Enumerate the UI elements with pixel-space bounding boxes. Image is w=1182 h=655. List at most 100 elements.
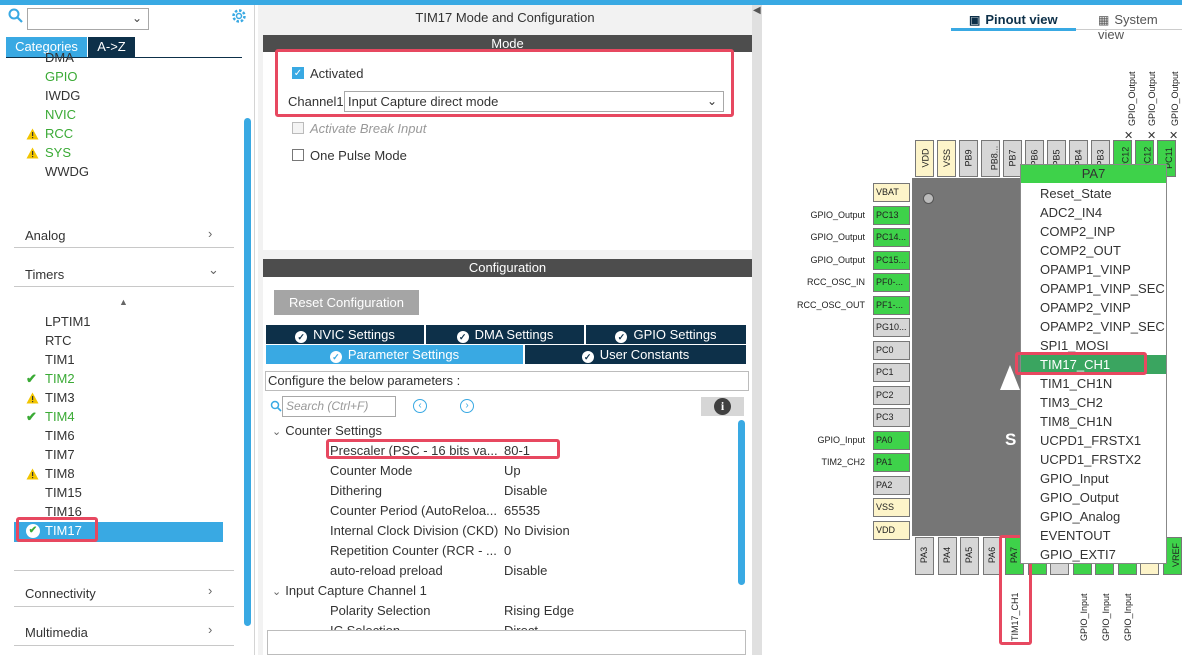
config-scrollbar[interactable] bbox=[738, 420, 745, 585]
pin[interactable]: PC1 bbox=[873, 363, 910, 382]
dropdown-item[interactable]: TIM3_CH2 bbox=[1040, 393, 1103, 412]
list-item[interactable]: RTC bbox=[45, 332, 71, 350]
pin[interactable]: VDD bbox=[873, 520, 910, 540]
list-item[interactable]: TIM8 bbox=[45, 465, 75, 483]
list-item[interactable]: SYS bbox=[45, 144, 71, 162]
dropdown-item[interactable]: GPIO_Analog bbox=[1040, 507, 1120, 526]
one-pulse-checkbox[interactable] bbox=[292, 149, 304, 161]
section-analog[interactable]: Analog bbox=[25, 228, 65, 243]
pin[interactable]: PC13 bbox=[873, 205, 910, 225]
pin[interactable]: PA2 bbox=[873, 475, 910, 495]
chevron-down-icon[interactable]: ⌄ bbox=[208, 262, 219, 278]
pin[interactable]: PA4 bbox=[937, 537, 957, 575]
input-capture-group[interactable]: ⌄ Input Capture Channel 1 bbox=[272, 583, 427, 598]
left-scrollbar[interactable] bbox=[244, 118, 251, 626]
parameter-value[interactable]: 65535 bbox=[504, 503, 540, 518]
list-item[interactable]: NVIC bbox=[45, 106, 76, 124]
reset-configuration-button[interactable]: Reset Configuration bbox=[274, 290, 419, 315]
tab-gpio-settings[interactable]: ✓ GPIO Settings bbox=[586, 325, 746, 344]
parameter-value[interactable]: Direct bbox=[504, 623, 538, 630]
dropdown-item[interactable]: COMP2_INP bbox=[1040, 222, 1115, 241]
parameter-value[interactable]: No Division bbox=[504, 523, 570, 538]
parameter-value[interactable]: Disable bbox=[504, 563, 547, 578]
dropdown-item[interactable]: COMP2_OUT bbox=[1040, 241, 1121, 260]
pin[interactable]: PC3 bbox=[873, 408, 910, 427]
dropdown-item[interactable]: UCPD1_FRSTX1 bbox=[1040, 431, 1141, 450]
pin[interactable]: VSS bbox=[873, 498, 910, 517]
pin[interactable]: PC2 bbox=[873, 385, 910, 405]
pin[interactable]: PF0-... bbox=[873, 273, 910, 292]
list-item[interactable]: TIM2 bbox=[45, 370, 75, 388]
activate-break-checkbox[interactable] bbox=[292, 122, 304, 134]
pin[interactable]: PA1 bbox=[873, 453, 910, 472]
tab-pinout-view[interactable]: ▣ Pinout view bbox=[969, 12, 1058, 27]
dropdown-item[interactable]: EVENTOUT bbox=[1040, 526, 1111, 545]
list-item[interactable]: TIM3 bbox=[45, 389, 75, 407]
tab-user-constants[interactable]: ✓ User Constants bbox=[525, 345, 746, 364]
list-item[interactable]: LPTIM1 bbox=[45, 313, 91, 331]
chevron-right-icon[interactable]: › bbox=[208, 622, 212, 637]
pin[interactable]: PC15... bbox=[873, 250, 910, 270]
list-item[interactable]: TIM1 bbox=[45, 351, 75, 369]
parameter-value[interactable]: Disable bbox=[504, 483, 547, 498]
gear-icon[interactable] bbox=[230, 7, 250, 27]
pin[interactable]: VSS bbox=[937, 140, 956, 177]
sort-icon[interactable]: ▲ bbox=[119, 297, 128, 307]
pin[interactable]: PA3 bbox=[915, 537, 934, 575]
list-item[interactable]: DMA bbox=[45, 49, 74, 67]
collapse-icon[interactable]: ◀ bbox=[753, 5, 761, 16]
parameter-search-input[interactable]: Search (Ctrl+F) bbox=[282, 396, 396, 417]
dropdown-item[interactable]: OPAMP2_VINP_SEC bbox=[1040, 317, 1165, 336]
search-icon[interactable] bbox=[8, 8, 26, 26]
pin[interactable]: PC0 bbox=[873, 340, 910, 360]
parameter-value[interactable]: 0 bbox=[504, 543, 511, 558]
section-connectivity[interactable]: Connectivity bbox=[25, 586, 96, 601]
tab-system-view[interactable]: ▦ System view bbox=[1098, 12, 1182, 42]
info-button[interactable]: i bbox=[701, 397, 744, 416]
list-item[interactable]: RCC bbox=[45, 125, 73, 143]
parameter-value[interactable]: Rising Edge bbox=[504, 603, 574, 618]
list-item[interactable]: GPIO bbox=[45, 68, 78, 86]
list-item[interactable]: TIM7 bbox=[45, 446, 75, 464]
tab-parameter-settings[interactable]: ✓ Parameter Settings bbox=[266, 345, 525, 364]
chevron-right-icon[interactable]: › bbox=[208, 226, 212, 241]
previous-match-icon[interactable]: ‹ bbox=[413, 399, 427, 413]
search-icon bbox=[270, 400, 282, 415]
dropdown-item[interactable]: ADC2_IN4 bbox=[1040, 203, 1102, 222]
pin[interactable]: PG10... bbox=[873, 318, 910, 337]
chevron-right-icon[interactable]: › bbox=[208, 583, 212, 598]
pin[interactable]: VBAT bbox=[873, 183, 910, 202]
pin[interactable]: VDD bbox=[915, 140, 934, 177]
tab-dma-settings[interactable]: ✓ DMA Settings bbox=[426, 325, 586, 344]
tab-a-to-z[interactable]: A->Z bbox=[88, 37, 135, 57]
parameter-value[interactable]: Up bbox=[504, 463, 521, 478]
dropdown-item[interactable]: TIM1_CH1N bbox=[1040, 374, 1112, 393]
dropdown-item[interactable]: GPIO_EXTI7 bbox=[1040, 545, 1116, 564]
tab-nvic-settings[interactable]: ✓ NVIC Settings bbox=[266, 325, 426, 344]
pin[interactable]: PF1-... bbox=[873, 295, 910, 315]
dropdown-item[interactable]: OPAMP2_VINP bbox=[1040, 298, 1131, 317]
section-timers[interactable]: Timers bbox=[25, 267, 64, 282]
dropdown-item[interactable]: GPIO_Input bbox=[1040, 469, 1109, 488]
pin[interactable]: PC14... bbox=[873, 228, 910, 247]
section-multimedia[interactable]: Multimedia bbox=[25, 625, 88, 640]
dropdown-item[interactable]: GPIO_Output bbox=[1040, 488, 1119, 507]
list-item[interactable]: TIM4 bbox=[45, 408, 75, 426]
list-item[interactable]: TIM15 bbox=[45, 484, 82, 502]
dropdown-item[interactable]: TIM8_CH1N bbox=[1040, 412, 1112, 431]
category-search-combo[interactable]: ⌄ bbox=[27, 8, 149, 30]
pin[interactable]: PA0 bbox=[873, 430, 910, 450]
dropdown-item[interactable]: UCPD1_FRSTX2 bbox=[1040, 450, 1141, 469]
dropdown-item[interactable]: OPAMP1_VINP_SEC bbox=[1040, 279, 1165, 298]
dropdown-item[interactable]: OPAMP1_VINP bbox=[1040, 260, 1131, 279]
pin[interactable]: PA5 bbox=[960, 537, 979, 575]
next-match-icon[interactable]: › bbox=[460, 399, 474, 413]
counter-settings-group[interactable]: ⌄ Counter Settings bbox=[272, 423, 382, 438]
pin[interactable]: PB9 bbox=[959, 140, 978, 177]
list-item[interactable]: WWDG bbox=[45, 163, 89, 181]
list-item[interactable]: TIM6 bbox=[45, 427, 75, 445]
list-item[interactable]: IWDG bbox=[45, 87, 80, 105]
pin[interactable]: PB8... bbox=[981, 140, 1000, 177]
dropdown-item[interactable]: Reset_State bbox=[1040, 184, 1112, 203]
panel-splitter[interactable]: ◀ bbox=[752, 5, 762, 655]
